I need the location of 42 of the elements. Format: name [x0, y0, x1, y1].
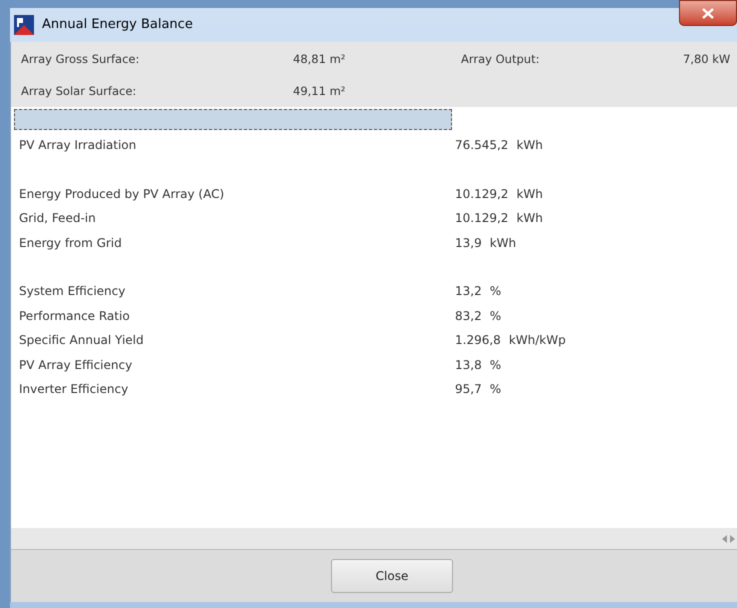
row-unit: %	[490, 283, 502, 300]
row-value: 10.129,2	[455, 186, 508, 203]
row-unit: kWh	[516, 186, 543, 203]
field-label: Array Output:	[461, 51, 540, 68]
field-label: Array Gross Surface:	[21, 51, 140, 68]
scroll-right-icon[interactable]	[730, 534, 735, 542]
row-unit: kWh	[516, 210, 543, 228]
row-label: Specific Annual Yield	[19, 332, 145, 350]
row-label: Performance Ratio	[19, 308, 131, 325]
row-value: 13,9	[455, 234, 482, 252]
row-label: System Efficiency	[19, 283, 126, 300]
close-button[interactable]: Close	[331, 559, 453, 593]
row-value: 13,8	[455, 356, 482, 374]
close-button[interactable]	[679, 0, 737, 26]
row-unit: kWh	[516, 137, 543, 154]
close-icon	[702, 8, 714, 18]
field-label: Array Solar Surface:	[21, 82, 138, 100]
row-unit: %	[490, 308, 502, 325]
row-label: PV Array Efficiency	[19, 356, 134, 374]
row-label: Energy from Grid	[19, 234, 123, 252]
row-value: 10.129,2	[455, 210, 508, 228]
row-label: Energy Produced by PV Array (AC)	[19, 186, 226, 203]
field-value: 7,80 kW	[683, 51, 732, 68]
row-value: 83,2	[455, 308, 482, 325]
row-unit: %	[490, 356, 502, 374]
row-label: Grid, Feed-in	[19, 210, 97, 228]
window-title: Annual Energy Balance	[42, 16, 193, 34]
scroll-left-icon[interactable]	[722, 534, 727, 542]
row-value: 95,7	[455, 381, 482, 398]
row-value: 13,2	[455, 283, 482, 300]
app-logo-icon	[14, 15, 34, 35]
row-unit: kWh/kWp	[508, 332, 566, 350]
row-label: Inverter Efficiency	[19, 381, 130, 398]
row-unit: %	[490, 381, 502, 398]
selected-row[interactable]	[14, 109, 452, 130]
row-value: 76.545,2	[455, 137, 508, 154]
field-value: 48,81 m²	[293, 51, 346, 68]
field-value: 49,11 m²	[293, 82, 346, 100]
row-unit: kWh	[490, 234, 516, 252]
row-label: PV Array Irradiation	[19, 137, 138, 154]
row-value: 1.296,8	[455, 332, 501, 350]
horizontal-scrollbar[interactable]	[11, 528, 737, 550]
